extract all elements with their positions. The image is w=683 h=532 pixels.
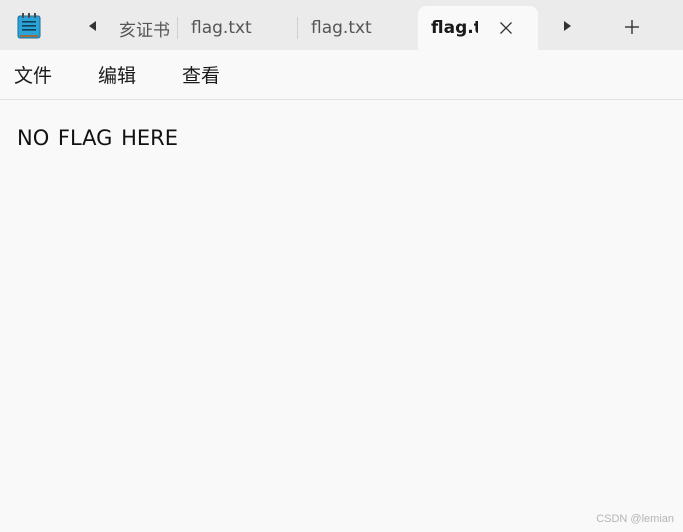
menu-edit[interactable]: 编辑 xyxy=(98,62,136,90)
watermark: CSDN @lemian xyxy=(596,513,674,525)
tab-label: flag.txt xyxy=(431,18,478,38)
menu-file[interactable]: 文件 xyxy=(14,62,52,90)
notepad-icon xyxy=(17,13,41,39)
new-tab-button[interactable] xyxy=(618,13,646,41)
close-tab-button[interactable] xyxy=(491,13,521,43)
tab-active[interactable]: flag.txt xyxy=(418,6,538,50)
tab-3[interactable]: flag.txt xyxy=(298,6,416,50)
title-bar: 亥证书 flag.txt flag.txt flag.txt xyxy=(0,0,683,50)
tab-label: flag.txt xyxy=(311,18,372,38)
close-icon xyxy=(500,22,512,34)
tab-label: 亥证书 xyxy=(119,20,170,41)
plus-icon xyxy=(625,20,639,34)
menu-view[interactable]: 查看 xyxy=(182,62,220,90)
triangle-left-icon xyxy=(89,21,96,31)
tab-label: flag.txt xyxy=(191,18,252,38)
editor-content[interactable]: NO FLAG HERE xyxy=(17,126,178,150)
tab-1[interactable]: 亥证书 xyxy=(114,6,176,50)
triangle-right-icon xyxy=(564,21,571,31)
tab-2[interactable]: flag.txt xyxy=(178,6,296,50)
menu-bar: 文件 编辑 查看 xyxy=(0,50,683,100)
scroll-tabs-right-button[interactable] xyxy=(556,14,580,38)
scroll-tabs-left-button[interactable] xyxy=(80,14,104,38)
text-editor[interactable]: NO FLAG HERE xyxy=(0,100,683,532)
